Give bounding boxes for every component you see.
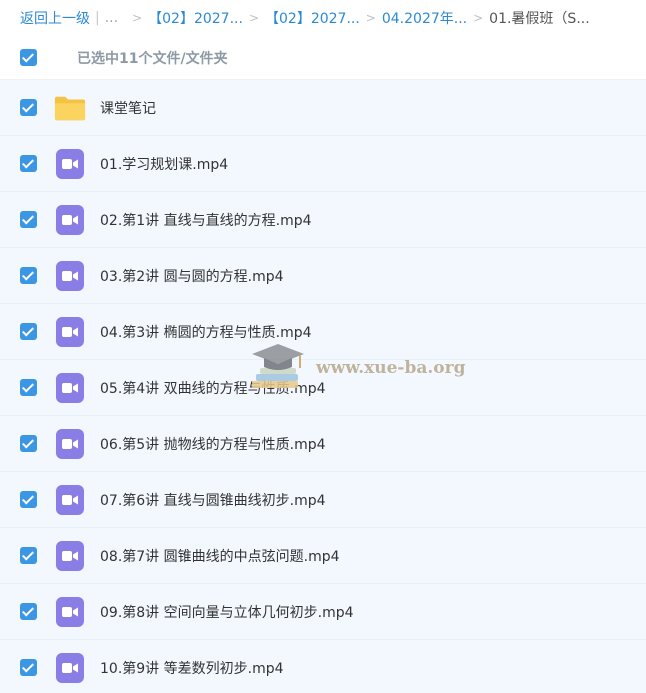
video-file-row[interactable]: 10.第9讲 等差数列初步.mp4 — [0, 640, 646, 693]
video-file-icon — [54, 316, 86, 348]
row-checkbox[interactable] — [20, 547, 37, 564]
row-checkbox[interactable] — [20, 267, 37, 284]
video-file-row[interactable]: 06.第5讲 抛物线的方程与性质.mp4 — [0, 416, 646, 472]
video-file-icon — [54, 652, 86, 684]
video-file-icon — [54, 148, 86, 180]
back-link[interactable]: 返回上一级 — [20, 8, 90, 28]
row-checkbox[interactable] — [20, 323, 37, 340]
file-name[interactable]: 09.第8讲 空间向量与立体几何初步.mp4 — [100, 602, 354, 622]
row-checkbox[interactable] — [20, 435, 37, 452]
row-checkbox[interactable] — [20, 659, 37, 676]
breadcrumb-item-1[interactable]: 【02】2027... — [148, 8, 243, 28]
video-file-icon — [54, 204, 86, 236]
video-file-row[interactable]: 08.第7讲 圆锥曲线的中点弦问题.mp4 — [0, 528, 646, 584]
breadcrumb-divider: | — [95, 10, 100, 26]
video-file-icon — [54, 260, 86, 292]
row-checkbox[interactable] — [20, 155, 37, 172]
file-name[interactable]: 10.第9讲 等差数列初步.mp4 — [100, 658, 284, 678]
watermark: www.xue-ba.org — [248, 340, 465, 396]
video-file-row[interactable]: 03.第2讲 圆与圆的方程.mp4 — [0, 248, 646, 304]
video-file-row[interactable]: 07.第6讲 直线与圆锥曲线初步.mp4 — [0, 472, 646, 528]
watermark-text: www.xue-ba.org — [316, 358, 466, 378]
file-name[interactable]: 02.第1讲 直线与直线的方程.mp4 — [100, 210, 312, 230]
row-checkbox[interactable] — [20, 211, 37, 228]
selection-count-label: 已选中11个文件/文件夹 — [77, 50, 228, 67]
file-name[interactable]: 07.第6讲 直线与圆锥曲线初步.mp4 — [100, 490, 326, 510]
video-file-icon — [54, 596, 86, 628]
video-file-row[interactable]: 01.学习规划课.mp4 — [0, 136, 646, 192]
select-all-checkbox[interactable] — [20, 49, 37, 66]
breadcrumb-item-3[interactable]: 04.2027年... — [382, 8, 467, 28]
breadcrumb-arrow: > — [473, 11, 484, 25]
file-name[interactable]: 课堂笔记 — [100, 98, 156, 118]
breadcrumb: 返回上一级 | ... > 【02】2027... > 【02】2027... … — [0, 0, 646, 36]
folder-row[interactable]: 课堂笔记 — [0, 80, 646, 136]
video-file-row[interactable]: 09.第8讲 空间向量与立体几何初步.mp4 — [0, 584, 646, 640]
video-file-icon — [54, 372, 86, 404]
file-name[interactable]: 03.第2讲 圆与圆的方程.mp4 — [100, 266, 284, 286]
breadcrumb-arrow: > — [132, 11, 143, 25]
file-name[interactable]: 08.第7讲 圆锥曲线的中点弦问题.mp4 — [100, 546, 340, 566]
graduation-cap-books-icon — [248, 340, 308, 396]
file-name[interactable]: 06.第5讲 抛物线的方程与性质.mp4 — [100, 434, 326, 454]
file-name[interactable]: 01.学习规划课.mp4 — [100, 154, 228, 174]
selection-bar: 已选中11个文件/文件夹 — [0, 36, 646, 80]
breadcrumb-ellipsis[interactable]: ... — [105, 10, 118, 26]
video-file-icon — [54, 484, 86, 516]
row-checkbox[interactable] — [20, 99, 37, 116]
breadcrumb-current: 01.暑假班（S... — [489, 11, 590, 27]
row-checkbox[interactable] — [20, 491, 37, 508]
video-file-icon — [54, 540, 86, 572]
breadcrumb-arrow: > — [248, 11, 259, 25]
file-name[interactable]: 04.第3讲 椭圆的方程与性质.mp4 — [100, 322, 312, 342]
row-checkbox[interactable] — [20, 603, 37, 620]
video-file-icon — [54, 428, 86, 460]
breadcrumb-arrow: > — [365, 11, 376, 25]
folder-icon — [54, 92, 86, 124]
row-checkbox[interactable] — [20, 379, 37, 396]
video-file-row[interactable]: 02.第1讲 直线与直线的方程.mp4 — [0, 192, 646, 248]
breadcrumb-item-2[interactable]: 【02】2027... — [265, 8, 360, 28]
